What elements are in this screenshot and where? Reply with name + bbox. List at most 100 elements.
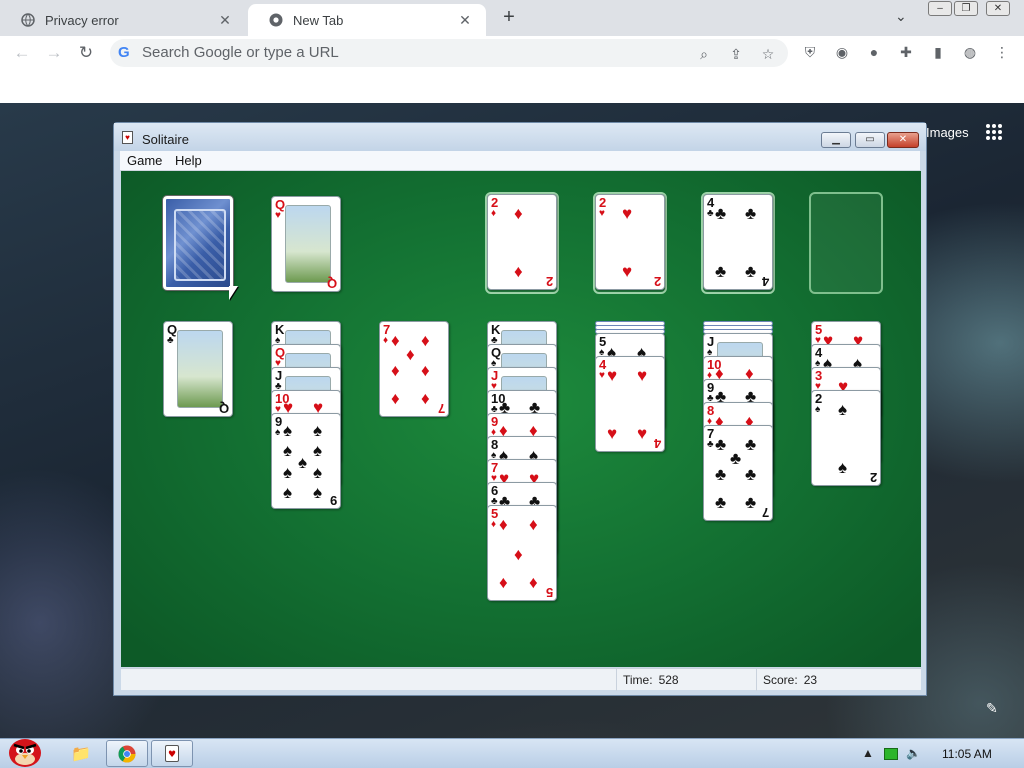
tab-label: Privacy error [45, 12, 119, 28]
tab-search-chevron-icon[interactable]: ⌄ [895, 8, 907, 25]
tableau-card[interactable]: ♦ ♦ ♦ ♦ ♦ ♦ ♦ 7 ♦ 7 [379, 321, 449, 417]
tab-new-tab[interactable]: New Tab ✕ [248, 4, 486, 36]
customize-pencil-icon[interactable]: ✎ [986, 700, 998, 717]
close-tab-icon[interactable]: ✕ [456, 12, 474, 29]
restore-window-button[interactable]: ❐ [954, 1, 978, 16]
tableau-card[interactable]: ♥ ♥ ♥ ♥ 4 ♥ 4 [595, 356, 665, 452]
card-rank-bottom: Q [326, 276, 337, 291]
shield-extension-icon[interactable]: ⛨ [799, 41, 821, 63]
diamonds-pip-icon: ♦ [529, 573, 538, 592]
card-rank-bottom: Q [218, 401, 229, 416]
reload-icon[interactable]: ↻ [74, 41, 98, 65]
share-icon[interactable]: ⇪ [726, 44, 746, 64]
diamonds-pip-icon: ♦ [514, 545, 523, 564]
solitaire-menubar: Game Help [120, 151, 920, 171]
clubs-pip-icon: ♣ [715, 465, 727, 484]
forward-arrow-icon[interactable]: → [42, 41, 66, 65]
solitaire-close-button[interactable]: ✕ [887, 132, 919, 148]
hearts-pip-icon: ♥ [637, 424, 648, 443]
tableau-card[interactable]: ♠ ♠ 2 ♠ 2 [811, 390, 881, 486]
card-rank-bottom: 7 [761, 505, 769, 520]
network-icon[interactable] [884, 748, 898, 760]
chrome-taskbar-icon[interactable] [106, 740, 148, 767]
card-rank-bottom: 2 [653, 274, 661, 289]
mouse-cursor-icon [229, 286, 238, 300]
tab-privacy-error[interactable]: Privacy error ✕ [0, 4, 246, 36]
spades-pip-icon: ♠ [283, 441, 293, 460]
waste-card[interactable]: Q ♥ Q [271, 196, 341, 292]
time-value: 528 [658, 673, 679, 687]
diamonds-pip-icon: ♦ [406, 345, 415, 364]
face-card-picture [177, 330, 223, 408]
tableau-card[interactable]: ♠ ♠ ♠ ♠ ♠ ♠ ♠ ♠ ♠ 9 ♠ 9 [271, 413, 341, 509]
tableau-card[interactable]: ♦ ♦ ♦ ♦ ♦ 5 ♦ 5 [487, 505, 557, 601]
start-angry-bird-icon[interactable] [4, 733, 46, 768]
bookmark-star-icon[interactable]: ☆ [758, 44, 778, 64]
side-panel-icon[interactable]: ▮ [927, 41, 949, 63]
solitaire-title: Solitaire [142, 132, 189, 147]
solitaire-maximize-button[interactable]: ▭ [855, 132, 885, 148]
minimize-window-button[interactable]: – [928, 1, 952, 16]
diamonds-pip-icon: ♦ [421, 361, 430, 380]
menu-help[interactable]: Help [175, 153, 202, 168]
globe-icon [20, 12, 36, 28]
diamonds-pip-icon: ♦ [529, 515, 538, 534]
hearts-pip-icon: ♥ [607, 424, 618, 443]
clubs-pip-icon: ♣ [715, 435, 727, 454]
images-link[interactable]: Images [926, 125, 969, 140]
kebab-menu-icon[interactable]: ⋮ [991, 41, 1013, 63]
solitaire-taskbar-icon[interactable]: ♥ [151, 740, 193, 767]
solitaire-window: ♥ Solitaire ▁ ▭ ✕ Game Help Q ♥ Q ♦ ♦ 2 ♦ 2 ♥ ♥ 2 ♥… [113, 122, 927, 696]
close-tab-icon[interactable]: ✕ [216, 12, 234, 29]
tray-expand-icon[interactable]: ▲ [862, 746, 874, 760]
volume-icon[interactable]: 🔈 [906, 746, 921, 760]
score-label: Score: [763, 673, 798, 687]
solitaire-minimize-button[interactable]: ▁ [821, 132, 851, 148]
clubs-icon: ♣ [707, 439, 714, 450]
game-felt[interactable]: Q♥Q♦♦2♦2♥♥2♥2♣♣♣♣4♣4Q♣QK♠KQ♥QJ♣J♥♥♥♥♥♥♥♥… [121, 171, 921, 667]
diamonds-pip-icon: ♦ [499, 515, 508, 534]
omnibox[interactable]: G Search Google or type a URL ⌕ ⇪ ☆ [110, 39, 788, 67]
spades-pip-icon: ♠ [313, 463, 323, 482]
solitaire-titlebar[interactable]: ♥ Solitaire ▁ ▭ ✕ [114, 123, 926, 151]
browser-tab-strip: Privacy error ✕ New Tab ✕ + ⌄ – ❐ ✕ [0, 0, 1024, 36]
back-arrow-icon[interactable]: ← [10, 41, 34, 65]
profile-avatar-icon[interactable]: ◍ [959, 41, 981, 63]
foundation-card[interactable]: ♦ ♦ 2 ♦ 2 [487, 194, 557, 290]
diamonds-icon: ♦ [491, 519, 497, 530]
spades-icon: ♠ [275, 427, 281, 438]
spades-pip-icon: ♠ [283, 483, 293, 502]
close-window-button[interactable]: ✕ [986, 1, 1010, 16]
clubs-pip-icon: ♣ [730, 449, 742, 468]
clubs-pip-icon: ♣ [745, 493, 757, 512]
tableau-card[interactable]: Q ♣ Q [163, 321, 233, 417]
hearts-pip-icon: ♥ [622, 204, 633, 223]
stock-pile[interactable] [163, 196, 233, 290]
foundation-card[interactable]: ♥ ♥ 2 ♥ 2 [595, 194, 665, 290]
bubble-extension-icon[interactable]: ● [863, 41, 885, 63]
card-rank-bottom: 5 [545, 585, 553, 600]
time-label: Time: [623, 673, 653, 687]
omnibox-placeholder: Search Google or type a URL [142, 44, 339, 61]
diamonds-pip-icon: ♦ [421, 389, 430, 408]
card-rank-bottom: 4 [761, 274, 769, 289]
apps-grid-icon[interactable] [986, 124, 1002, 140]
clock[interactable]: 11:05 AM [942, 747, 992, 761]
new-tab-button[interactable]: + [498, 6, 520, 28]
foundation-card[interactable]: ♣ ♣ ♣ ♣ 4 ♣ 4 [703, 194, 773, 290]
flag-extension-icon[interactable]: ◉ [831, 41, 853, 63]
page-top-strip [0, 70, 1024, 103]
hearts-pip-icon: ♥ [637, 366, 648, 385]
spades-pip-icon: ♠ [313, 421, 323, 440]
tableau-card[interactable]: ♣ ♣ ♣ ♣ ♣ ♣ ♣ 7 ♣ 7 [703, 425, 773, 521]
spades-pip-icon: ♠ [298, 453, 308, 472]
hearts-icon: ♥ [599, 208, 605, 219]
foundation-slot-empty[interactable] [809, 192, 883, 294]
explorer-taskbar-icon[interactable]: 📁 [62, 740, 100, 767]
diamonds-icon: ♦ [491, 208, 497, 219]
menu-game[interactable]: Game [127, 153, 162, 168]
clubs-pip-icon: ♣ [745, 435, 757, 454]
zoom-icon[interactable]: ⌕ [694, 44, 714, 64]
score-value: 23 [803, 673, 818, 687]
puzzle-extensions-icon[interactable]: ✚ [895, 41, 917, 63]
